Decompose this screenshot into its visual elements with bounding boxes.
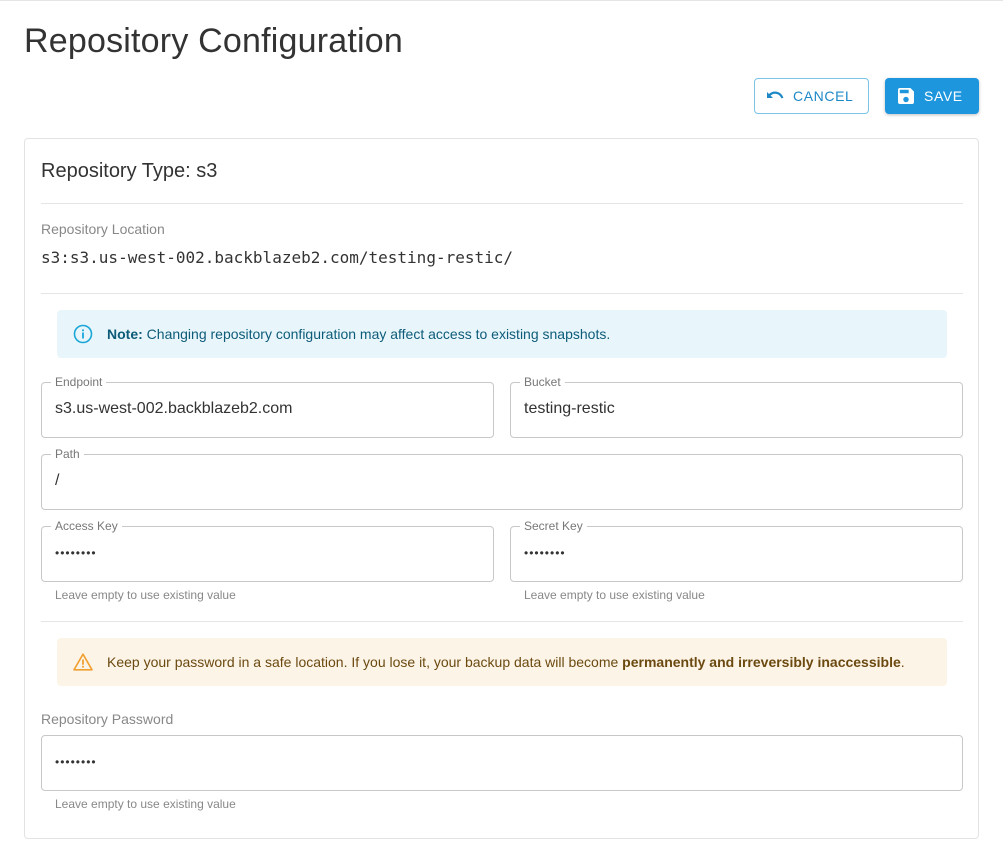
path-value: /: [55, 472, 60, 489]
info-alert: Note: Changing repository configuration …: [57, 310, 947, 358]
bucket-value: testing-restic: [524, 400, 615, 417]
repository-password-label: Repository Password: [41, 711, 174, 727]
undo-icon: [767, 89, 793, 103]
repository-password-helper: Leave empty to use existing value: [55, 797, 236, 811]
repository-password-value: ••••••••: [55, 755, 97, 769]
secret-key-value: ••••••••: [524, 546, 566, 560]
cancel-button[interactable]: CANCEL: [754, 78, 869, 114]
cancel-button-label: CANCEL: [793, 88, 854, 104]
divider: [41, 621, 963, 622]
warning-alert-text: Keep your password in a safe location. I…: [107, 654, 905, 670]
repository-password-field[interactable]: ••••••••: [41, 735, 963, 791]
endpoint-value: s3.us-west-002.backblazeb2.com: [55, 400, 293, 417]
repository-type-title: Repository Type: s3: [41, 160, 218, 182]
endpoint-label: Endpoint: [51, 375, 107, 389]
repository-location-value: s3:s3.us-west-002.backblazeb2.com/testin…: [41, 248, 514, 267]
access-key-field[interactable]: Access Key ••••••••: [41, 519, 494, 582]
access-key-value: ••••••••: [55, 546, 97, 560]
warning-alert: Keep your password in a safe location. I…: [57, 638, 947, 686]
secret-key-label: Secret Key: [520, 519, 587, 533]
save-button[interactable]: SAVE: [885, 78, 979, 114]
access-key-helper: Leave empty to use existing value: [55, 588, 236, 602]
bucket-field[interactable]: Bucket testing-restic: [510, 375, 963, 438]
info-alert-text: Note: Changing repository configuration …: [107, 326, 611, 342]
divider: [41, 203, 963, 204]
divider: [41, 293, 963, 294]
page-title: Repository Configuration: [24, 22, 403, 60]
warning-icon: [73, 653, 93, 671]
access-key-label: Access Key: [51, 519, 122, 533]
path-label: Path: [51, 447, 84, 461]
repository-config-card: Repository Type: s3 Repository Location …: [24, 138, 979, 839]
bucket-label: Bucket: [520, 375, 565, 389]
path-field[interactable]: Path /: [41, 447, 963, 510]
save-icon: [898, 88, 924, 104]
top-divider: [0, 0, 1003, 1]
secret-key-field[interactable]: Secret Key ••••••••: [510, 519, 963, 582]
save-button-label: SAVE: [924, 88, 963, 104]
repository-location-label: Repository Location: [41, 221, 165, 237]
endpoint-field[interactable]: Endpoint s3.us-west-002.backblazeb2.com: [41, 375, 494, 438]
secret-key-helper: Leave empty to use existing value: [524, 588, 705, 602]
info-icon: [73, 324, 93, 344]
